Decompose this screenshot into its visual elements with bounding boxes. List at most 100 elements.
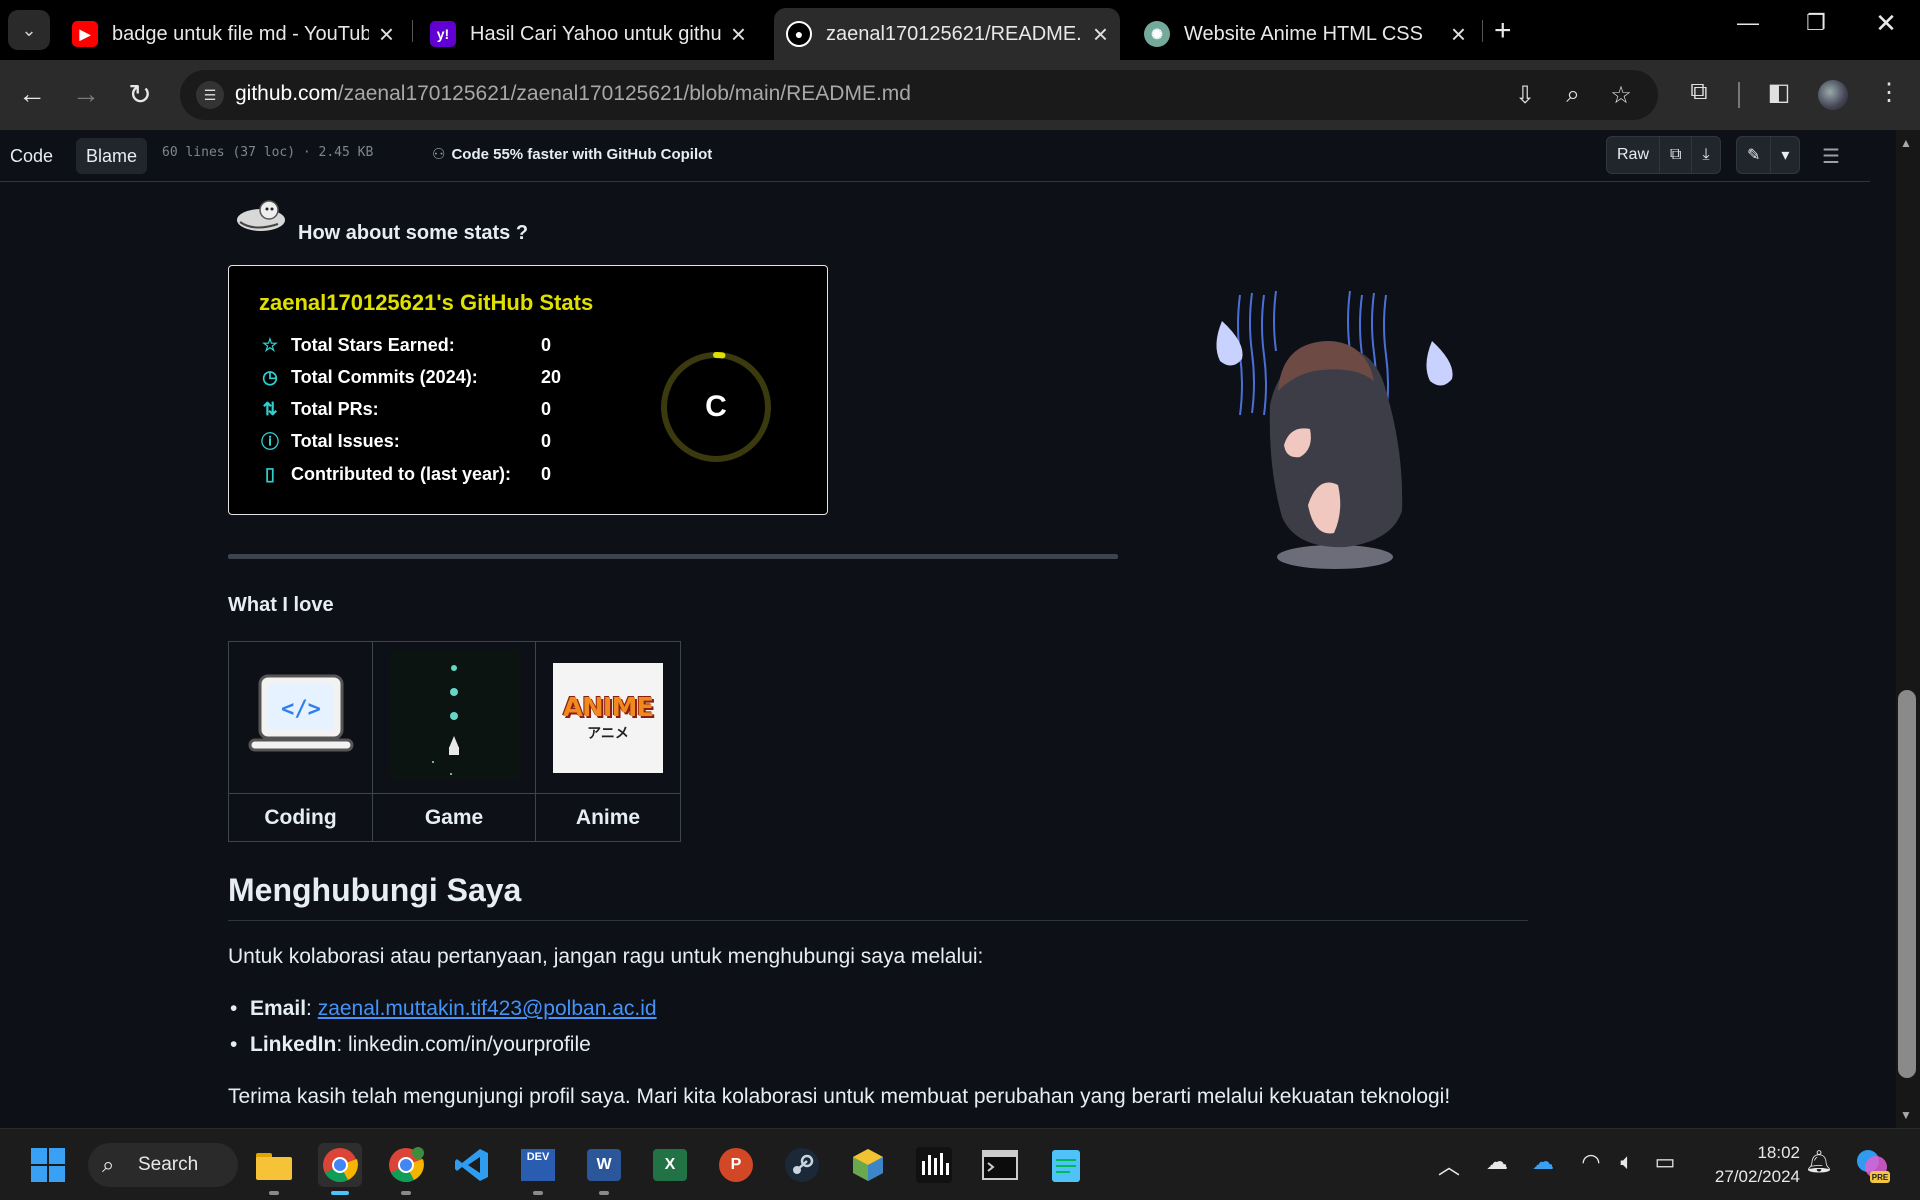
stat-row-contributed: ▯ Contributed to (last year): 0 xyxy=(259,459,551,489)
browser-toolbar: ← → ↻ ☰ github.com/zaenal170125621/zaena… xyxy=(0,60,1920,130)
url-text[interactable]: github.com/zaenal170125621/zaenal1701256… xyxy=(235,82,911,106)
vscode-icon[interactable] xyxy=(450,1143,494,1187)
audio-app-icon[interactable] xyxy=(912,1143,956,1187)
close-icon[interactable]: × xyxy=(731,19,746,50)
close-icon[interactable]: × xyxy=(379,19,394,50)
stat-row-prs: ⇅ Total PRs: 0 xyxy=(259,394,551,424)
volume-icon[interactable]: 🔈︎ xyxy=(1612,1149,1642,1175)
list-item-linkedin: LinkedIn: linkedin.com/in/yourprofile xyxy=(230,1033,591,1057)
laptop-code-icon: </> xyxy=(248,674,353,752)
sad-anime-girl-image xyxy=(1216,290,1453,569)
tab-youtube[interactable]: ▶ badge untuk file md - YouTube × xyxy=(60,8,406,60)
copilot-icon: ⚇ xyxy=(432,146,446,163)
stat-value: 20 xyxy=(541,366,562,387)
battery-icon[interactable]: ▭ xyxy=(1650,1149,1680,1175)
file-explorer-icon[interactable] xyxy=(252,1143,296,1195)
new-tab-button[interactable]: + xyxy=(1494,14,1512,48)
raw-button[interactable]: Raw xyxy=(1607,137,1661,173)
chrome-profile-icon[interactable] xyxy=(384,1143,428,1195)
anime-logo-image: ANIME アニメ xyxy=(553,662,663,773)
site-info-icon[interactable]: ☰ xyxy=(196,81,224,109)
download-icon[interactable]: ⤓ xyxy=(1692,137,1719,173)
tab-github-readme[interactable]: ● zaenal170125621/README.md × xyxy=(774,8,1120,60)
onedrive-icon[interactable]: ☁ xyxy=(1482,1149,1512,1175)
game-screenshot-image xyxy=(389,650,519,780)
outline-list-icon[interactable]: ☰ xyxy=(1822,144,1840,169)
install-app-icon[interactable]: ⇩ xyxy=(1510,81,1540,110)
file-size-info: 60 lines (37 loc) · 2.45 KB xyxy=(162,145,374,160)
stat-value: 0 xyxy=(541,398,552,419)
clock[interactable]: 18:02 27/02/2024 xyxy=(1700,1141,1800,1189)
close-icon[interactable]: × xyxy=(1093,19,1108,50)
back-icon[interactable]: ← xyxy=(14,78,50,110)
email-link[interactable]: zaenal.muttakin.tif423@polban.ac.id xyxy=(318,997,657,1020)
chevron-up-icon[interactable]: ︿ xyxy=(1434,1149,1464,1181)
terminal-icon[interactable] xyxy=(978,1143,1022,1187)
profile-avatar[interactable] xyxy=(1818,80,1848,110)
yahoo-icon: y! xyxy=(430,21,456,47)
edit-pencil-icon[interactable]: ✎ xyxy=(1737,137,1772,173)
address-bar[interactable]: ☰ github.com/zaenal170125621/zaenal17012… xyxy=(180,70,1658,120)
tab-strip: ⌄ ▶ badge untuk file md - YouTube × y! H… xyxy=(0,0,1920,60)
copilot-pre-icon[interactable]: PRE xyxy=(1852,1143,1892,1187)
app-cube-icon[interactable] xyxy=(846,1143,890,1187)
love-label-game: Game xyxy=(372,793,536,842)
notification-bell-icon[interactable]: 🔔︎ xyxy=(1804,1149,1834,1175)
menu-icon[interactable]: ⋮ xyxy=(1872,78,1906,107)
excel-icon[interactable]: X xyxy=(648,1143,692,1187)
stat-value: 0 xyxy=(541,334,552,355)
copy-icon[interactable]: ⧉ xyxy=(1660,137,1693,173)
chevron-down-icon[interactable]: ▾ xyxy=(1771,137,1799,173)
forward-icon[interactable]: → xyxy=(68,78,104,110)
stat-row-issues: ⓘ Total Issues: 0 xyxy=(259,426,551,456)
extensions-icon[interactable]: ⧉ xyxy=(1682,78,1716,106)
chrome-icon[interactable] xyxy=(318,1143,362,1195)
scrollbar-thumb[interactable] xyxy=(1898,690,1916,1078)
restore-icon[interactable]: ❐ xyxy=(1796,10,1836,36)
rank-letter: C xyxy=(705,390,727,423)
svg-text:PRE: PRE xyxy=(1872,1173,1889,1182)
tab-title: zaenal170125621/README.md xyxy=(826,22,1083,45)
notepad-icon[interactable] xyxy=(1044,1143,1088,1187)
close-icon[interactable]: × xyxy=(1451,19,1466,50)
repo-icon: ▯ xyxy=(265,463,275,484)
reload-icon[interactable]: ↻ xyxy=(122,78,158,111)
minimize-icon[interactable]: — xyxy=(1728,10,1768,36)
love-label-coding: Coding xyxy=(228,793,373,842)
svg-text:</>: </> xyxy=(281,697,321,722)
tab-chatgpt[interactable]: ✺ Website Anime HTML CSS × xyxy=(1132,8,1478,60)
tab-search-button[interactable]: ⌄ xyxy=(8,10,50,50)
stat-value: 0 xyxy=(541,430,552,451)
powerpoint-icon[interactable]: P xyxy=(714,1143,758,1187)
side-panel-icon[interactable]: ◧ xyxy=(1762,78,1796,107)
start-icon[interactable] xyxy=(26,1143,70,1187)
github-icon: ● xyxy=(786,21,812,47)
tab-title: Website Anime HTML CSS xyxy=(1184,22,1423,45)
blame-tab[interactable]: Blame xyxy=(76,138,148,174)
bookmark-star-icon[interactable]: ☆ xyxy=(1606,81,1636,110)
scroll-up-icon[interactable]: ▲ xyxy=(1900,136,1912,150)
tab-yahoo[interactable]: y! Hasil Cari Yahoo untuk github × xyxy=(418,8,758,60)
game-image-cell xyxy=(372,641,536,794)
windows-taskbar: ⌕ Search DEV W X P ︿ ☁ ☁ ◠ 🔈︎ ▭ 18:02 27… xyxy=(0,1128,1920,1200)
code-tab[interactable]: Code xyxy=(0,138,63,174)
contact-heading: Menghubungi Saya xyxy=(228,872,522,908)
word-icon[interactable]: W xyxy=(582,1143,626,1195)
contact-intro: Untuk kolaborasi atau pertanyaan, jangan… xyxy=(228,945,984,968)
issue-icon: ⓘ xyxy=(261,432,279,452)
window-close-icon[interactable]: ✕ xyxy=(1866,8,1906,39)
taskbar-search[interactable]: ⌕ Search xyxy=(88,1143,238,1187)
love-label-anime: Anime xyxy=(535,793,681,842)
copilot-promo[interactable]: ⚇ Code 55% faster with GitHub Copilot xyxy=(432,145,712,163)
scroll-down-icon[interactable]: ▼ xyxy=(1900,1108,1912,1122)
steam-icon[interactable] xyxy=(780,1143,824,1187)
onedrive-sync-icon[interactable]: ☁ xyxy=(1528,1149,1558,1175)
devcpp-icon[interactable]: DEV xyxy=(516,1143,560,1195)
wifi-icon[interactable]: ◠ xyxy=(1576,1149,1606,1175)
horizontal-rule xyxy=(228,554,1118,559)
pull-request-icon: ⇅ xyxy=(262,398,278,419)
zoom-icon[interactable]: ⌕ xyxy=(1558,81,1588,109)
raw-actions: Raw ⧉ ⤓ xyxy=(1606,136,1721,174)
stats-card-title: zaenal170125621's GitHub Stats xyxy=(259,290,594,315)
anime-image-cell: ANIME アニメ xyxy=(535,641,681,794)
